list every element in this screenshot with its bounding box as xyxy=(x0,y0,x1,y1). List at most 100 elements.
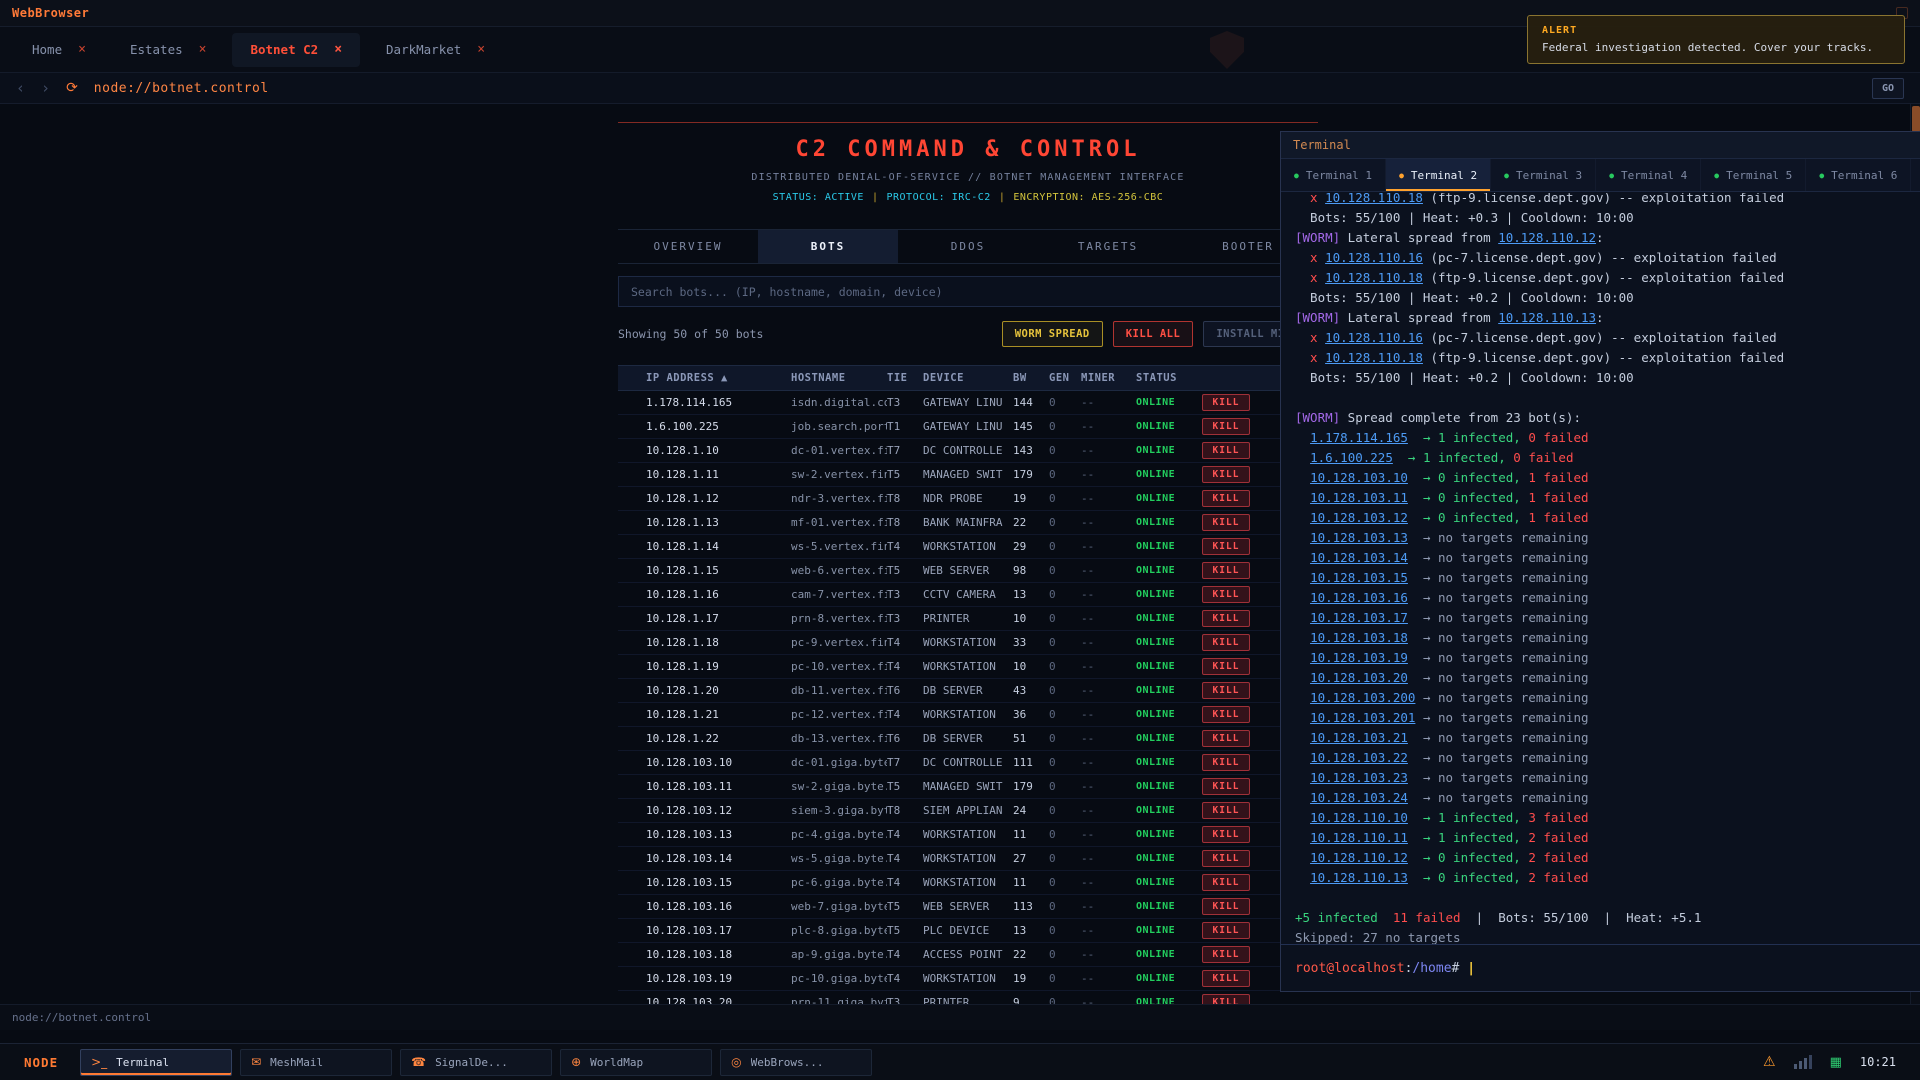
kill-button[interactable]: KILL xyxy=(1202,586,1250,603)
page-nav-tab[interactable]: TARGETS xyxy=(1038,230,1178,263)
kill-button[interactable]: KILL xyxy=(1202,682,1250,699)
ip-link[interactable]: 1.178.114.165 xyxy=(1310,430,1408,445)
url-input[interactable] xyxy=(94,81,1856,96)
ip-link[interactable]: 10.128.103.19 xyxy=(1310,650,1408,665)
ip-link[interactable]: 10.128.103.12 xyxy=(1310,510,1408,525)
page-nav-tab[interactable]: DDOS xyxy=(898,230,1038,263)
kill-button[interactable]: KILL xyxy=(1202,418,1250,435)
terminal-tab[interactable]: ● Terminal 1 xyxy=(1281,159,1386,191)
taskbar-app[interactable]: ⊕ WorldMap xyxy=(560,1049,712,1076)
kill-button[interactable]: KILL xyxy=(1202,874,1250,891)
ip-link[interactable]: 10.128.103.11 xyxy=(1310,490,1408,505)
kill-button[interactable]: KILL xyxy=(1202,562,1250,579)
ip-link[interactable]: 1.6.100.225 xyxy=(1310,450,1393,465)
kill-button[interactable]: KILL xyxy=(1202,898,1250,915)
ip-link[interactable]: 10.128.110.12 xyxy=(1310,850,1408,865)
column-header[interactable]: HOSTNAME xyxy=(791,372,887,384)
page-nav-tab[interactable]: BOTS xyxy=(758,230,898,263)
ip-link[interactable]: 10.128.110.18 xyxy=(1325,350,1423,365)
scrollbar-thumb[interactable] xyxy=(1912,106,1920,132)
kill-button[interactable]: KILL xyxy=(1202,802,1250,819)
ip-link[interactable]: 10.128.103.10 xyxy=(1310,470,1408,485)
browser-tab[interactable]: Estates × xyxy=(112,33,225,67)
ip-link[interactable]: 10.128.103.21 xyxy=(1310,730,1408,745)
column-header[interactable]: STATUS xyxy=(1136,372,1202,384)
column-header[interactable]: DEVICE xyxy=(923,372,1013,384)
kill-button[interactable]: KILL xyxy=(1202,442,1250,459)
taskbar-app[interactable]: ☎ SignalDe... xyxy=(400,1049,552,1076)
ip-link[interactable]: 10.128.110.10 xyxy=(1310,810,1408,825)
taskbar-app[interactable]: ◎ WebBrows... xyxy=(720,1049,872,1076)
kill-button[interactable]: KILL xyxy=(1202,754,1250,771)
terminal-tab[interactable]: ● Terminal 2 xyxy=(1386,159,1491,191)
ip-link[interactable]: 10.128.103.16 xyxy=(1310,590,1408,605)
terminal-tab[interactable]: ● Terminal 5 xyxy=(1701,159,1806,191)
browser-tab[interactable]: Home × xyxy=(14,33,104,67)
kill-button[interactable]: KILL xyxy=(1202,922,1250,939)
kill-all-button[interactable]: KILL ALL xyxy=(1113,321,1194,347)
kill-button[interactable]: KILL xyxy=(1202,826,1250,843)
kill-button[interactable]: KILL xyxy=(1202,514,1250,531)
column-header[interactable]: TIE xyxy=(887,372,923,384)
ip-link[interactable]: 10.128.103.22 xyxy=(1310,750,1408,765)
ip-link[interactable]: 10.128.110.16 xyxy=(1325,250,1423,265)
taskbar-app[interactable]: >_ Terminal xyxy=(80,1049,232,1076)
terminal-tab[interactable]: ● Terminal 3 xyxy=(1491,159,1596,191)
kill-button[interactable]: KILL xyxy=(1202,658,1250,675)
tab-close-icon[interactable]: × xyxy=(199,42,207,57)
kill-button[interactable]: KILL xyxy=(1202,538,1250,555)
kill-button[interactable]: KILL xyxy=(1202,994,1250,1004)
worm-spread-button[interactable]: WORM SPREAD xyxy=(1002,321,1103,347)
column-header[interactable]: IP ADDRESS ▲ xyxy=(646,372,791,384)
ip-link[interactable]: 10.128.110.13 xyxy=(1498,310,1596,325)
kill-button[interactable]: KILL xyxy=(1202,706,1250,723)
back-icon[interactable]: ‹ xyxy=(16,79,25,97)
forward-icon[interactable]: › xyxy=(41,79,50,97)
kill-button[interactable]: KILL xyxy=(1202,730,1250,747)
column-header[interactable]: GEN xyxy=(1049,372,1081,384)
kill-button[interactable]: KILL xyxy=(1202,970,1250,987)
terminal-tab[interactable]: ● Terminal 6 xyxy=(1806,159,1911,191)
page-nav-tab[interactable]: OVERVIEW xyxy=(618,230,758,263)
kill-button[interactable]: KILL xyxy=(1202,490,1250,507)
refresh-icon[interactable]: ⟳ xyxy=(66,80,78,96)
ip-link[interactable]: 10.128.103.200 xyxy=(1310,690,1415,705)
browser-tab[interactable]: Botnet C2 × xyxy=(232,33,360,67)
ip-link[interactable]: 10.128.110.12 xyxy=(1498,230,1596,245)
column-header[interactable]: MINER xyxy=(1081,372,1136,384)
ip-link[interactable]: 10.128.103.20 xyxy=(1310,670,1408,685)
tab-close-icon[interactable]: × xyxy=(334,42,342,57)
search-input[interactable] xyxy=(618,276,1318,307)
terminal-titlebar[interactable]: Terminal xyxy=(1281,132,1920,159)
ip-link[interactable]: 10.128.103.13 xyxy=(1310,530,1408,545)
kill-button[interactable]: KILL xyxy=(1202,850,1250,867)
ip-link[interactable]: 10.128.103.23 xyxy=(1310,770,1408,785)
ip-link[interactable]: 10.128.110.16 xyxy=(1325,330,1423,345)
ip-link[interactable]: 10.128.110.18 xyxy=(1325,270,1423,285)
ip-link[interactable]: 10.128.103.14 xyxy=(1310,550,1408,565)
kill-button[interactable]: KILL xyxy=(1202,610,1250,627)
terminal-prompt[interactable]: root@localhost:/home# | xyxy=(1281,944,1920,991)
start-button[interactable]: NODE xyxy=(10,1055,72,1070)
kill-button[interactable]: KILL xyxy=(1202,394,1250,411)
alert-notification[interactable]: ALERT Federal investigation detected. Co… xyxy=(1527,15,1905,64)
ip-link[interactable]: 10.128.110.11 xyxy=(1310,830,1408,845)
ip-link[interactable]: 10.128.103.24 xyxy=(1310,790,1408,805)
kill-button[interactable]: KILL xyxy=(1202,778,1250,795)
ip-link[interactable]: 10.128.103.18 xyxy=(1310,630,1408,645)
ip-link[interactable]: 10.128.103.201 xyxy=(1310,710,1415,725)
kill-button[interactable]: KILL xyxy=(1202,634,1250,651)
browser-tab[interactable]: DarkMarket × xyxy=(368,33,503,67)
go-button[interactable]: GO xyxy=(1872,78,1904,99)
ip-link[interactable]: 10.128.103.17 xyxy=(1310,610,1408,625)
kill-button[interactable]: KILL xyxy=(1202,946,1250,963)
ip-link[interactable]: 10.128.110.18 xyxy=(1325,193,1423,205)
network-grid-icon[interactable]: ▦ xyxy=(1830,1055,1842,1070)
kill-button[interactable]: KILL xyxy=(1202,466,1250,483)
tab-close-icon[interactable]: × xyxy=(78,42,86,57)
ip-link[interactable]: 10.128.103.15 xyxy=(1310,570,1408,585)
taskbar-app[interactable]: ✉ MeshMail xyxy=(240,1049,392,1076)
column-header[interactable]: BW xyxy=(1013,372,1049,384)
terminal-tab[interactable]: ● Terminal 4 xyxy=(1596,159,1701,191)
warning-icon[interactable]: ⚠ xyxy=(1763,1054,1776,1070)
